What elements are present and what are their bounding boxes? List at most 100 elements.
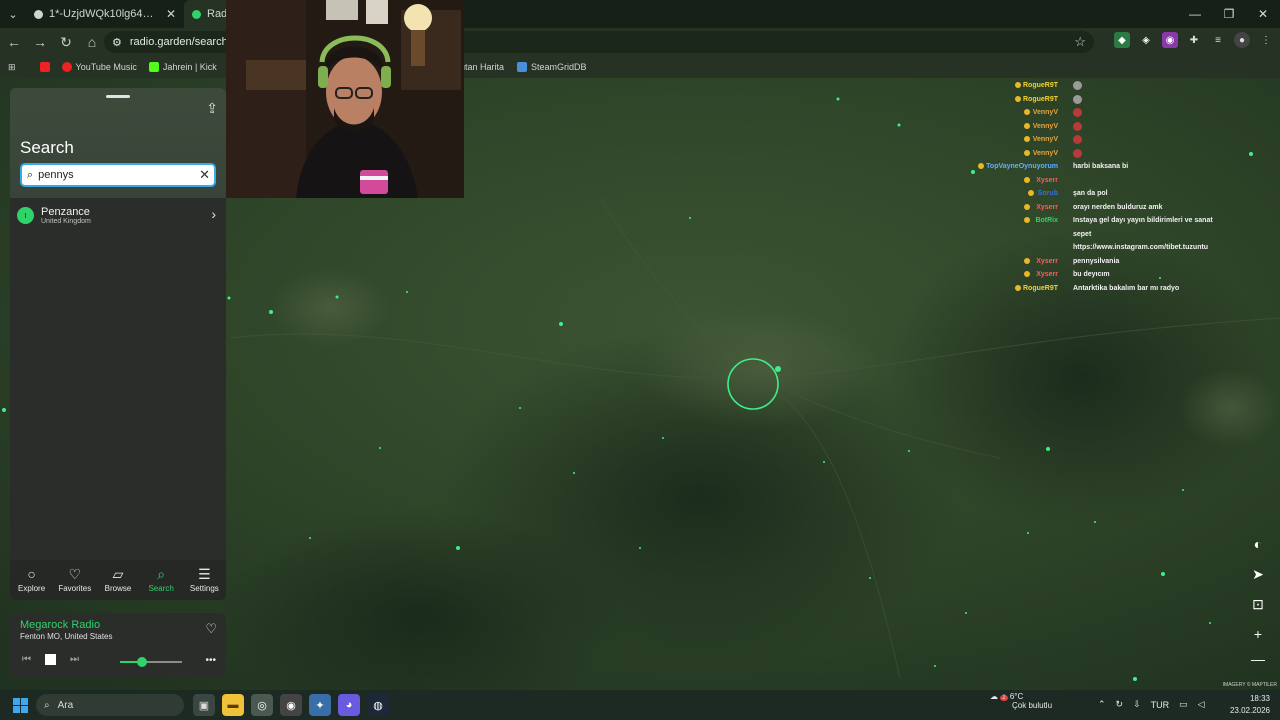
nav-label: Browse xyxy=(104,584,132,593)
extension-purple-icon[interactable]: ◉ xyxy=(1162,32,1178,48)
extensions-puzzle-icon[interactable]: ✚ xyxy=(1186,32,1202,48)
chat-message: TopVayneOynuyorum harbi baksana bi xyxy=(977,161,1220,175)
chat-emote-icon xyxy=(1073,94,1082,104)
favorite-heart-icon[interactable]: ♡ xyxy=(205,621,217,637)
globe-view-icon[interactable]: ◐ xyxy=(1246,533,1270,555)
result-country: United Kingdom xyxy=(41,217,91,225)
chat-username[interactable]: BotRix xyxy=(1035,217,1058,224)
bookmark-youtube-red[interactable] xyxy=(34,62,56,72)
nav-search[interactable]: ⌕ Search xyxy=(141,567,181,593)
extensions-area: ◆ ◈ ◉ ✚ ≡ ● ⋮ xyxy=(1114,32,1274,48)
extension-diamond-icon[interactable]: ◈ xyxy=(1138,32,1154,48)
reload-icon[interactable]: ↻ xyxy=(54,30,78,54)
media-control-icon[interactable]: ≡ xyxy=(1210,32,1226,48)
chat-username[interactable]: Xyserr xyxy=(1036,204,1058,211)
now-playing-bar: Megarock Radio Fenton MO, United States … xyxy=(10,613,226,677)
weather-widget[interactable]: ☁ 2 6°C Çok bulutlu xyxy=(990,692,1052,710)
chrome-icon[interactable]: ◎ xyxy=(251,694,273,716)
chat-username[interactable]: VennyV xyxy=(1033,150,1058,157)
volume-icon[interactable]: ◁ xyxy=(1198,699,1205,710)
chat-username[interactable]: VennyV xyxy=(1033,109,1058,116)
chat-username[interactable]: VennyV xyxy=(1033,136,1058,143)
lock-icon[interactable]: ⊡ xyxy=(1246,593,1270,615)
clear-search-icon[interactable]: ✕ xyxy=(199,167,210,183)
tab-search-menu[interactable]: ⌄ xyxy=(0,0,26,28)
minimize-icon[interactable]: — xyxy=(1178,0,1212,28)
volume-knob[interactable] xyxy=(136,657,147,667)
apps-grid-icon[interactable]: ⊞ xyxy=(0,62,22,73)
nav-browse[interactable]: ▱ Browse xyxy=(98,567,138,593)
search-icon: ⌕ xyxy=(157,566,166,582)
close-icon[interactable]: ✕ xyxy=(166,7,176,21)
chat-badge-icon xyxy=(1023,136,1030,142)
heart-icon: ♡ xyxy=(68,566,82,582)
site-info-icon[interactable]: ⚙ xyxy=(112,36,122,49)
chat-badge-icon xyxy=(1015,82,1022,88)
chevron-up-icon[interactable]: ⌃ xyxy=(1098,699,1106,710)
chat-username[interactable]: RogueR9T xyxy=(1023,96,1058,103)
zoom-in-icon[interactable]: + xyxy=(1246,623,1270,645)
back-icon[interactable]: ← xyxy=(2,30,26,54)
browser-menu-icon[interactable]: ⋮ xyxy=(1258,32,1274,48)
station-location: Fenton MO, United States xyxy=(20,632,113,641)
stop-icon[interactable] xyxy=(45,654,56,665)
tab-image[interactable]: 1*-UzjdWQk10lg64ZnFKhj3g.png ✕ xyxy=(26,0,184,28)
bookmark-steamgriddb[interactable]: SteamGridDB xyxy=(511,62,593,72)
search-result-item[interactable]: ı Penzance United Kingdom › xyxy=(10,202,226,228)
extension-shield-icon[interactable]: ◆ xyxy=(1114,32,1130,48)
file-explorer-icon[interactable]: ▬ xyxy=(222,694,244,716)
chat-username[interactable]: Xyserr xyxy=(1036,258,1058,265)
app-icon[interactable]: ✦ xyxy=(309,694,331,716)
locate-me-icon[interactable]: ➤ xyxy=(1246,563,1270,585)
menu-icon: ☰ xyxy=(198,566,211,582)
radio-garden-favicon-icon xyxy=(192,9,201,19)
language-indicator[interactable]: TUR xyxy=(1151,700,1170,710)
chat-username[interactable]: RogueR9T xyxy=(1023,285,1058,292)
chat-username[interactable]: Xyserr xyxy=(1036,271,1058,278)
restore-icon[interactable]: ❐ xyxy=(1212,0,1246,28)
tab-bar: ⌄ 1*-UzjdWQk10lg64ZnFKhj3g.png ✕ Radio —… xyxy=(0,0,1280,28)
chat-badge-icon xyxy=(1023,176,1030,183)
stream-chat-overlay: RogueR9T RogueR9T VennyV VennyV VennyV VennyV… xyxy=(977,80,1220,296)
drag-handle[interactable] xyxy=(106,95,130,98)
volume-slider[interactable] xyxy=(120,657,182,667)
forward-icon[interactable]: → xyxy=(28,30,52,54)
obs-icon[interactable]: ◉ xyxy=(280,694,302,716)
bookmark-star-icon[interactable]: ☆ xyxy=(1074,34,1086,50)
profile-avatar[interactable]: ● xyxy=(1234,32,1250,48)
chat-username[interactable]: TopVayneOynuyorum xyxy=(986,163,1058,170)
previous-icon[interactable]: ⏮ xyxy=(22,654,31,665)
chat-username[interactable]: RogueR9T xyxy=(1023,82,1058,89)
bottom-nav: ○ Explore ♡ Favorites ▱ Browse ⌕ Search ☰ Set… xyxy=(10,560,226,600)
network-icon[interactable]: ▭ xyxy=(1179,699,1188,710)
more-options-icon[interactable]: ••• xyxy=(205,655,216,666)
chat-username[interactable]: VennyV xyxy=(1033,123,1058,130)
chat-badge-icon xyxy=(977,163,984,169)
streamer-webcam-image xyxy=(226,0,464,198)
youtube-icon xyxy=(39,62,50,72)
nav-settings[interactable]: ☰ Settings xyxy=(184,567,224,593)
station-name[interactable]: Megarock Radio xyxy=(20,619,100,631)
nav-explore[interactable]: ○ Explore xyxy=(12,567,52,593)
clock[interactable]: 18:33 23.02.2026 xyxy=(1230,693,1270,717)
windows-start-icon[interactable] xyxy=(13,698,28,713)
sync-icon[interactable]: ↻ xyxy=(1116,699,1124,710)
location-icon[interactable]: ⇩ xyxy=(1133,699,1141,710)
steam-icon[interactable]: ◍ xyxy=(367,694,389,716)
next-icon[interactable]: ⏭ xyxy=(70,654,79,665)
result-name: Penzance xyxy=(41,205,90,218)
search-field[interactable]: ⌕ ✕ xyxy=(20,163,216,187)
close-window-icon[interactable]: ✕ xyxy=(1246,0,1280,28)
zoom-out-icon[interactable]: — xyxy=(1246,648,1270,670)
chat-username[interactable]: Xyserr xyxy=(1036,177,1058,184)
taskbar-search[interactable]: ⌕ Ara xyxy=(36,694,184,716)
nav-favorites[interactable]: ♡ Favorites xyxy=(55,567,95,593)
chat-username[interactable]: Sorub xyxy=(1038,190,1058,197)
discord-icon[interactable]: ◕ xyxy=(338,694,360,716)
bookmark-kick[interactable]: Jahrein | Kick xyxy=(143,62,223,72)
task-view-icon[interactable]: ▣ xyxy=(193,694,215,716)
search-input[interactable] xyxy=(38,169,189,181)
share-icon[interactable]: ⇪ xyxy=(206,100,218,117)
bookmark-youtube-music[interactable]: YouTube Music xyxy=(56,62,143,72)
home-icon[interactable]: ⌂ xyxy=(80,30,104,54)
